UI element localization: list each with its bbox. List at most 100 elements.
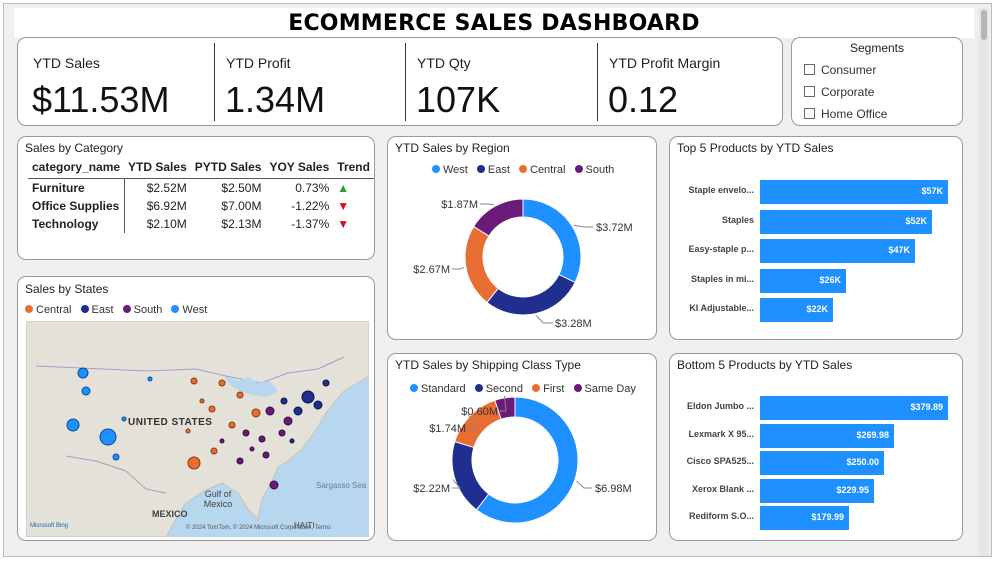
bar-value-label: $26K	[819, 274, 841, 285]
legend-item[interactable]: Central	[25, 304, 71, 316]
state-bubble[interactable]	[208, 405, 216, 413]
bar[interactable]: $52K	[760, 209, 932, 234]
column-header[interactable]: Trend	[333, 159, 374, 179]
bar-value-label: $22K	[806, 304, 828, 314]
us-map[interactable]: UNITED STATES Gulf of Mexico MEXICO HAIT…	[26, 321, 369, 537]
segment-option-consumer[interactable]: Consumer	[804, 63, 876, 79]
checkbox[interactable]	[804, 64, 815, 75]
state-bubble[interactable]	[236, 457, 244, 465]
donut-slice-south[interactable]	[472, 198, 524, 237]
legend-label: East	[91, 304, 114, 316]
state-bubble[interactable]	[278, 429, 286, 437]
state-bubble[interactable]	[190, 377, 198, 385]
bar-row[interactable]: Cisco SPA525... $250.00	[670, 451, 960, 475]
bar-row[interactable]: Easy-staple p... $47K	[670, 239, 960, 263]
segment-label: Corporate	[821, 85, 875, 99]
column-header[interactable]: YOY Sales	[265, 159, 334, 179]
scrollbar-thumb[interactable]	[981, 10, 987, 40]
segment-option-home-office[interactable]: Home Office	[804, 107, 887, 123]
state-bubble[interactable]	[293, 406, 303, 416]
bar[interactable]: $229.95	[760, 478, 874, 503]
column-header[interactable]: category_name	[28, 159, 125, 179]
bar-row[interactable]: Staple envelo... $57K	[670, 180, 960, 204]
column-header[interactable]: PYTD Sales	[190, 159, 266, 179]
kpi-ytd-qty[interactable]: YTD Qty 107K	[406, 43, 596, 121]
vertical-scrollbar[interactable]	[979, 8, 989, 556]
legend-label: West	[182, 304, 208, 316]
region-donut-chart[interactable]: $3.72M $3.28M $2.67M $1.87M	[388, 137, 658, 341]
state-bubble[interactable]	[77, 367, 89, 379]
bar-row[interactable]: Lexmark X 95... $269.98	[670, 423, 960, 448]
bar[interactable]: $379.89	[760, 396, 948, 420]
bar[interactable]: $47K	[760, 239, 915, 263]
bottom-5-products-card: Bottom 5 Products by YTD Sales Eldon Jum…	[669, 353, 963, 541]
state-bubble[interactable]	[219, 438, 225, 444]
state-bubble[interactable]	[265, 406, 275, 416]
state-bubble[interactable]	[249, 446, 255, 452]
kpi-ytd-sales[interactable]: YTD Sales $11.53M	[22, 43, 212, 121]
donut-slice-second[interactable]	[451, 440, 490, 511]
bar-row[interactable]: Staples $52K	[670, 209, 960, 234]
checkbox[interactable]	[804, 108, 815, 119]
donut-slice-east[interactable]	[486, 273, 576, 316]
data-label: $0.60M	[461, 406, 498, 418]
bar[interactable]: $269.98	[760, 423, 894, 448]
state-bubble[interactable]	[313, 400, 323, 410]
table-row[interactable]: Furniture $2.52M $2.50M 0.73% ▲	[28, 178, 374, 197]
kpi-ytd-profit[interactable]: YTD Profit 1.34M	[215, 43, 405, 121]
legend-item[interactable]: West	[171, 304, 207, 316]
legend-item[interactable]: East	[80, 304, 114, 316]
state-bubble[interactable]	[228, 421, 236, 429]
state-bubble[interactable]	[242, 429, 250, 437]
bar[interactable]: $22K	[760, 298, 833, 322]
bar-row[interactable]: Xerox Blank ... $229.95	[670, 478, 960, 503]
bar[interactable]: $57K	[760, 180, 948, 204]
bar-row[interactable]: Eldon Jumbo ... $379.89	[670, 396, 960, 420]
state-bubble[interactable]	[283, 416, 293, 426]
state-bubble[interactable]	[322, 379, 330, 387]
bar[interactable]: $250.00	[760, 451, 884, 475]
state-bubble[interactable]	[289, 438, 295, 444]
kpi-label: YTD Sales	[33, 55, 100, 71]
data-label: $3.72M	[596, 222, 633, 234]
shipping-donut-chart[interactable]: $6.98M $2.22M $1.74M $0.60M	[388, 354, 658, 542]
state-bubble[interactable]	[187, 456, 201, 470]
state-bubble[interactable]	[66, 418, 80, 432]
data-label: $1.74M	[429, 423, 466, 435]
state-bubble[interactable]	[269, 480, 279, 490]
bar[interactable]: $179.99	[760, 506, 849, 530]
data-label: $1.87M	[441, 199, 478, 211]
column-header[interactable]: YTD Sales	[124, 159, 191, 179]
state-bubble[interactable]	[112, 453, 120, 461]
kpi-ytd-profit-margin[interactable]: YTD Profit Margin 0.12	[598, 43, 778, 121]
state-bubble[interactable]	[185, 428, 191, 434]
state-bubble[interactable]	[236, 391, 244, 399]
ytd-sales-cell: $2.10M	[146, 216, 187, 231]
state-bubble[interactable]	[81, 386, 91, 396]
leader-line	[535, 315, 553, 324]
donut-slice-central[interactable]	[464, 225, 499, 304]
segment-option-corporate[interactable]: Corporate	[804, 85, 874, 101]
legend-item[interactable]: South	[122, 304, 162, 316]
bar-row[interactable]: Staples in mi... $26K	[670, 268, 960, 293]
state-bubble[interactable]	[121, 416, 127, 422]
bar-row[interactable]: KI Adjustable... $22K	[670, 298, 960, 322]
checkbox[interactable]	[804, 86, 815, 97]
ytd-sales-by-shipping-card: YTD Sales by Shipping Class Type Standar…	[387, 353, 657, 541]
state-bubble[interactable]	[99, 428, 117, 446]
state-bubble[interactable]	[147, 376, 153, 382]
table-row[interactable]: Office Supplies $6.92M $7.00M -1.22% ▼	[28, 196, 374, 215]
state-bubble[interactable]	[301, 390, 315, 404]
state-bubble[interactable]	[199, 398, 205, 404]
state-bubble[interactable]	[262, 451, 270, 459]
state-bubble[interactable]	[280, 397, 288, 405]
state-bubble[interactable]	[218, 379, 226, 387]
state-bubble[interactable]	[251, 408, 261, 418]
table-row[interactable]: Technology $2.10M $2.13M -1.37% ▼	[28, 214, 374, 233]
donut-slice-west[interactable]	[522, 198, 582, 284]
state-bubble[interactable]	[258, 435, 266, 443]
bar-row[interactable]: Rediform S.O... $179.99	[670, 506, 960, 530]
bar-value-label: $47K	[888, 245, 910, 255]
state-bubble[interactable]	[210, 447, 218, 455]
bar[interactable]: $26K	[760, 268, 846, 293]
